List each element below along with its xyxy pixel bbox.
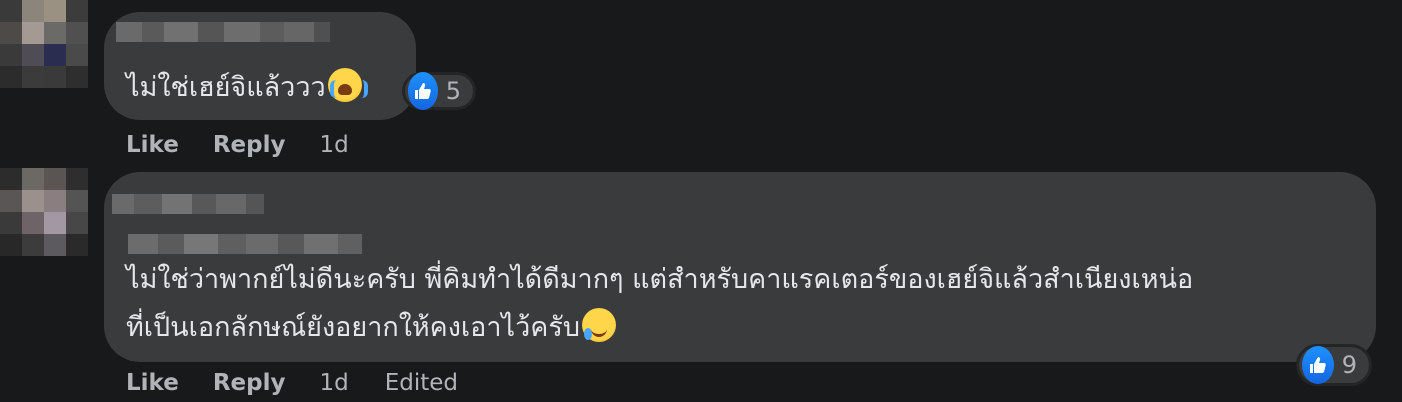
author-name[interactable] bbox=[116, 22, 330, 42]
author-name[interactable] bbox=[112, 194, 264, 214]
reaction-summary[interactable]: 9 bbox=[1296, 344, 1372, 386]
avatar[interactable] bbox=[0, 0, 88, 88]
avatar[interactable] bbox=[0, 168, 88, 256]
reaction-count: 5 bbox=[445, 77, 461, 105]
reply-button[interactable]: Reply bbox=[213, 132, 286, 158]
comment-actions: Like Reply 1d bbox=[126, 130, 385, 160]
comment-bubble: ไม่ใช่เฮย์จิแล้ววว bbox=[104, 12, 416, 120]
reply-button[interactable]: Reply bbox=[213, 370, 286, 396]
comment-text-line-1: ไม่ใช่ว่าพากย์ไม่ดีนะครับ พี่คิมทำได้ดีม… bbox=[126, 264, 1194, 295]
author-badge bbox=[128, 234, 362, 254]
loudly-crying-face-icon bbox=[327, 68, 368, 102]
thumbs-up-icon bbox=[1302, 346, 1334, 384]
comment-actions: Like Reply 1d Edited bbox=[126, 368, 494, 398]
reaction-summary[interactable]: 5 bbox=[402, 72, 476, 110]
like-button[interactable]: Like bbox=[126, 132, 179, 158]
like-button[interactable]: Like bbox=[126, 370, 179, 396]
comment-bubble: ไม่ใช่ว่าพากย์ไม่ดีนะครับ พี่คิมทำได้ดีม… bbox=[104, 172, 1376, 362]
face-holding-back-tears-icon bbox=[581, 308, 616, 342]
comment-text-line-2: ที่เป็นเอกลักษณ์ยังอยากให้คงเอาไว้ครับ bbox=[126, 312, 580, 343]
thumbs-up-icon bbox=[408, 72, 438, 110]
comment-text: ไม่ใช่เฮย์จิแล้ววว bbox=[126, 64, 368, 112]
timestamp[interactable]: 1d bbox=[319, 132, 348, 158]
comment-text: ไม่ใช่ว่าพากย์ไม่ดีนะครับ พี่คิมทำได้ดีม… bbox=[126, 256, 1193, 352]
reaction-count: 9 bbox=[1341, 351, 1357, 379]
edited-label[interactable]: Edited bbox=[385, 370, 458, 396]
timestamp[interactable]: 1d bbox=[319, 370, 348, 396]
